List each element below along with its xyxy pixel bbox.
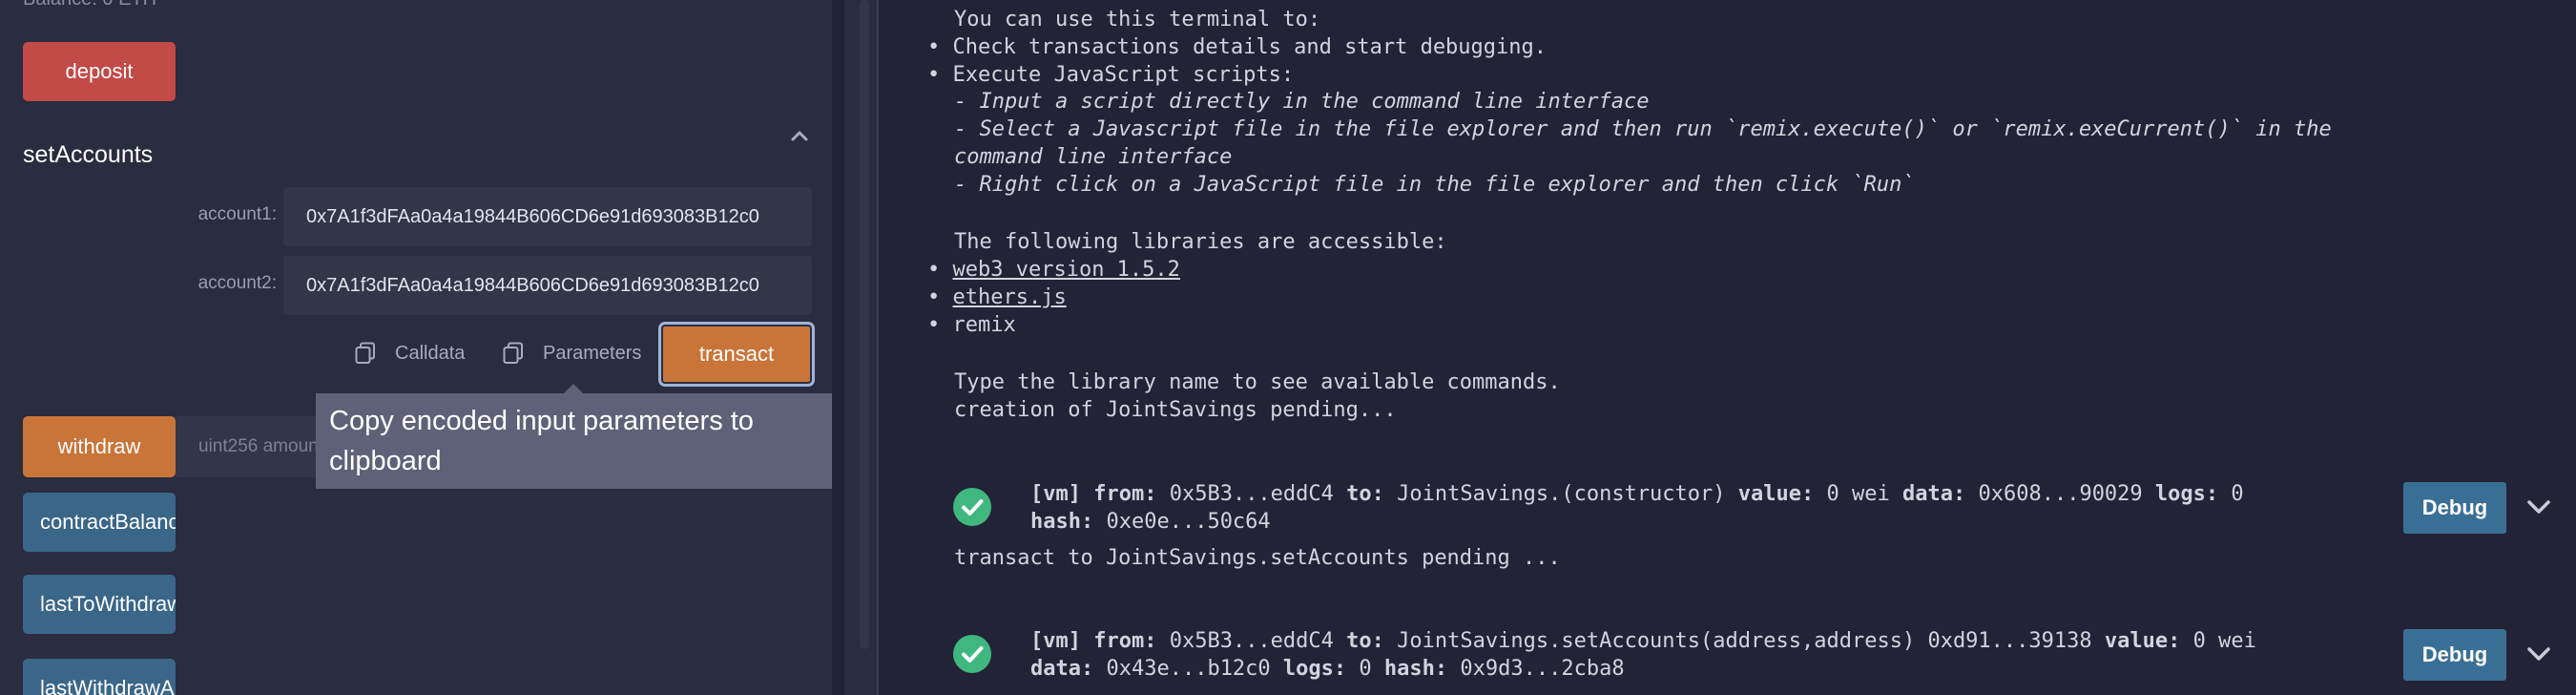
terminal-libs-intro: The following libraries are accessible: bbox=[954, 230, 1447, 254]
deploy-run-panel: Balance: 0 ETH deposit setAccounts accou… bbox=[0, 0, 832, 695]
terminal-pending-2: transact to JointSavings.setAccounts pen… bbox=[954, 546, 1561, 570]
tx-2-line-1: [vm] from: 0x5B3...eddC4 to: JointSaving… bbox=[1030, 629, 2256, 653]
lib-remix-text: remix bbox=[952, 313, 1016, 337]
bullet-2-text: Execute JavaScript scripts: bbox=[952, 63, 1295, 87]
terminal-sub-3: - Right click on a JavaScript file in th… bbox=[954, 173, 1915, 197]
last-withdraw-amount-button[interactable]: lastWithdrawAmount bbox=[23, 659, 176, 695]
tx-1-line-2: hash: 0xe0e...50c64 bbox=[1030, 510, 1271, 534]
copy-icon bbox=[503, 342, 523, 364]
bullet-1-text: Check transactions details and start deb… bbox=[952, 35, 1548, 59]
calldata-label: Calldata bbox=[395, 342, 466, 364]
terminal-sub-2b: command line interface bbox=[954, 145, 1233, 169]
terminal-type-hint: Type the library name to see available c… bbox=[954, 370, 1561, 394]
deposit-button[interactable]: deposit bbox=[23, 42, 176, 101]
contract-balance-button[interactable]: contractBalance bbox=[23, 493, 176, 552]
lib-ethers-link[interactable]: ethers.js bbox=[953, 285, 1067, 309]
lib-web3: • web3 version 1.5.2 bbox=[927, 258, 1180, 282]
copy-parameters-button[interactable]: Parameters bbox=[503, 336, 641, 370]
account2-input[interactable]: 0x7A1f3dFAa0a4a19844B606CD6e91d693083B12… bbox=[283, 256, 812, 315]
success-check-icon bbox=[953, 635, 991, 673]
withdraw-button[interactable]: withdraw bbox=[23, 416, 176, 477]
terminal-pending-1: creation of JointSavings pending... bbox=[954, 398, 1397, 422]
tx-2-line-2: data: 0x43e...b12c0 logs: 0 hash: 0x9d3.… bbox=[1030, 657, 1625, 681]
chevron-up-icon[interactable] bbox=[788, 124, 811, 147]
tooltip-text: Copy encoded input parameters to clipboa… bbox=[329, 406, 754, 476]
terminal-intro: You can use this terminal to: bbox=[954, 8, 1321, 32]
transact-button[interactable]: transact bbox=[658, 322, 815, 387]
lib-remix: • remix bbox=[927, 313, 1016, 337]
account1-input[interactable]: 0x7A1f3dFAa0a4a19844B606CD6e91d693083B12… bbox=[283, 187, 812, 246]
lib-ethers: • ethers.js bbox=[927, 285, 1067, 309]
balance-text: Balance: 0 ETH bbox=[23, 0, 156, 11]
terminal-sub-2: - Select a Javascript file in the file e… bbox=[954, 117, 2332, 141]
success-check-icon bbox=[953, 488, 991, 526]
terminal-sub-1: - Input a script directly in the command… bbox=[954, 90, 1650, 114]
account2-label: account2: bbox=[197, 273, 277, 293]
copy-calldata-button[interactable]: Calldata bbox=[355, 336, 465, 370]
copy-parameters-tooltip: Copy encoded input parameters to clipboa… bbox=[316, 393, 832, 489]
last-to-withdraw-button[interactable]: lastToWithdraw bbox=[23, 575, 176, 634]
terminal-output: You can use this terminal to: • Check tr… bbox=[879, 0, 2576, 695]
chevron-down-icon[interactable] bbox=[2525, 497, 2552, 516]
lib-web3-link[interactable]: web3 version 1.5.2 bbox=[953, 258, 1180, 282]
debug-button-tx-1[interactable]: Debug bbox=[2403, 482, 2506, 534]
copy-icon bbox=[355, 342, 375, 364]
set-accounts-title: setAccounts bbox=[23, 141, 154, 168]
scrollbar-thumb[interactable] bbox=[860, 0, 869, 649]
terminal-bullet-2: • Execute JavaScript scripts: bbox=[927, 63, 1295, 87]
parameters-label: Parameters bbox=[543, 342, 642, 364]
tx-1-line-1: [vm] from: 0x5B3...eddC4 to: JointSaving… bbox=[1030, 482, 2244, 506]
left-panel-scrollbar[interactable] bbox=[844, 0, 877, 695]
chevron-down-icon[interactable] bbox=[2525, 644, 2552, 663]
debug-button-tx-2[interactable]: Debug bbox=[2403, 629, 2506, 681]
account1-label: account1: bbox=[197, 204, 277, 224]
terminal-bullet-1: • Check transactions details and start d… bbox=[927, 35, 1548, 59]
